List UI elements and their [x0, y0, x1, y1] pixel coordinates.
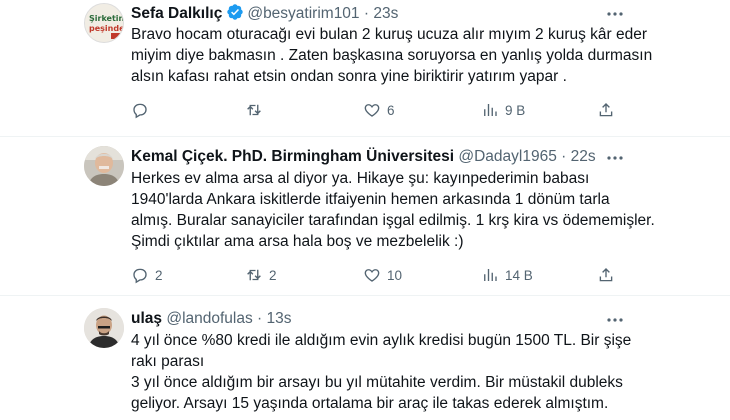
tweet-2[interactable]: Kemal Çiçek. PhD. Birmingham Üniversites… [0, 137, 730, 295]
tweet-text: 4 yıl önce %80 kredi ile aldığım evin ay… [131, 332, 632, 412]
author-name[interactable]: Sefa Dalkılıç [131, 5, 222, 22]
more-options-icon[interactable] [605, 148, 625, 168]
timestamp[interactable]: 13s [267, 310, 292, 327]
author-handle[interactable]: @landofulas [166, 310, 252, 327]
heart-icon [364, 104, 380, 117]
reply-icon [133, 268, 147, 284]
timestamp[interactable]: 23s [373, 5, 398, 22]
avatar[interactable] [84, 146, 124, 186]
views-chart-icon [484, 104, 497, 116]
reply-button[interactable]: 2 [131, 265, 163, 285]
author-name[interactable]: ulaş [131, 310, 162, 327]
tweet-header: Kemal Çiçek. PhD. Birmingham Üniversites… [131, 148, 596, 165]
share-button[interactable] [597, 100, 615, 120]
retweet-button[interactable]: 2 [245, 265, 277, 285]
views-button[interactable]: 14 B [481, 265, 533, 285]
retweet-icon [247, 104, 261, 116]
author-handle[interactable]: @besyatirim101 [247, 5, 359, 22]
like-button[interactable]: 6 [363, 100, 395, 120]
svg-text:peşinde: peşinde [89, 24, 124, 33]
avatar[interactable]: Şirketin peşinde [84, 3, 124, 43]
avatar[interactable] [84, 308, 124, 348]
avatar-photo-icon [84, 308, 124, 348]
share-icon [599, 103, 613, 117]
avatar-photo-icon [84, 146, 124, 186]
avatar-logo-icon: Şirketin peşinde [85, 4, 124, 42]
views-chart-icon [484, 269, 497, 281]
heart-icon [364, 269, 380, 282]
retweet-button[interactable] [245, 100, 269, 120]
views-button[interactable]: 9 B [481, 100, 525, 120]
action-bar: 6 9 B [131, 100, 621, 120]
tweet-3[interactable]: ulaş @landofulas · 13s 4 yıl önce %80 kr… [0, 296, 730, 420]
more-options-icon[interactable] [605, 310, 625, 330]
like-button[interactable]: 10 [363, 265, 402, 285]
share-button[interactable] [597, 265, 615, 285]
timestamp[interactable]: 22s [571, 148, 596, 165]
reply-icon [133, 103, 147, 119]
retweet-icon [247, 269, 261, 281]
tweet-header: ulaş @landofulas · 13s [131, 310, 292, 327]
author-handle[interactable]: @Dadayl1965 [458, 148, 556, 165]
author-name[interactable]: Kemal Çiçek. PhD. Birmingham Üniversites… [131, 148, 454, 165]
more-options-icon[interactable] [605, 4, 625, 24]
tweet-text: Herkes ev alma arsa al diyor ya. Hikaye … [131, 170, 655, 250]
share-icon [599, 268, 613, 282]
reply-button[interactable] [131, 100, 155, 120]
tweet-1[interactable]: Şirketin peşinde Sefa Dalkılıç @besyatiri… [0, 0, 730, 136]
svg-text:Şirketin: Şirketin [89, 14, 124, 23]
tweet-text: Bravo hocam oturacağı evi bulan 2 kuruş … [131, 26, 653, 85]
action-bar: 2 2 10 14 B [131, 265, 621, 285]
